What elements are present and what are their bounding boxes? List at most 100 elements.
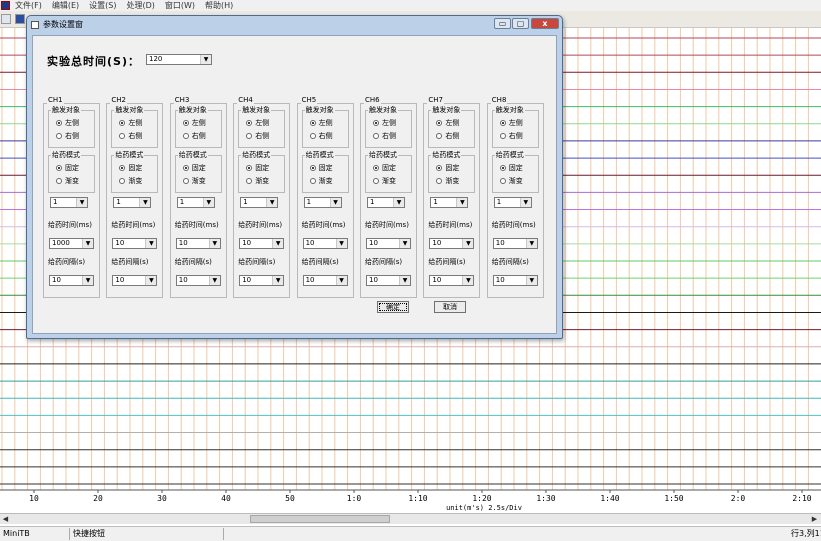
chevron-down-icon[interactable]: ▼ xyxy=(399,239,410,248)
radio-fixed[interactable]: 固定 xyxy=(499,163,523,172)
open-icon[interactable] xyxy=(1,14,11,24)
chevron-down-icon[interactable]: ▼ xyxy=(519,198,531,207)
radio-dot[interactable] xyxy=(309,132,316,139)
radio-left[interactable]: 左侧 xyxy=(373,118,396,127)
chevron-down-icon[interactable]: ▼ xyxy=(462,239,474,248)
radio-gradual[interactable]: 渐变 xyxy=(182,176,206,185)
scroll-left-arrow-icon[interactable]: ◀ xyxy=(1,515,10,523)
radio-fixed[interactable]: 固定 xyxy=(436,163,459,172)
radio-right[interactable]: 右侧 xyxy=(119,131,142,140)
radio-dot[interactable] xyxy=(246,119,253,126)
chevron-down-icon[interactable]: ▼ xyxy=(145,239,157,248)
dose-interval-select[interactable]: 10 ▼ xyxy=(302,275,348,286)
chevron-down-icon[interactable]: ▼ xyxy=(200,55,211,64)
radio-right[interactable]: 右侧 xyxy=(436,131,459,140)
radio-dot[interactable] xyxy=(119,177,126,184)
total-time-select[interactable]: 120 ▼ xyxy=(146,54,212,65)
maximize-icon[interactable]: ▢ xyxy=(512,18,529,29)
menu-file[interactable]: 文件(F) xyxy=(15,0,42,11)
chevron-down-icon[interactable]: ▼ xyxy=(462,276,474,285)
radio-dot[interactable] xyxy=(309,164,316,171)
dose-time-select[interactable]: 10 ▼ xyxy=(175,238,221,249)
chevron-down-icon[interactable]: ▼ xyxy=(208,276,220,285)
radio-dot[interactable] xyxy=(499,164,506,171)
dose-time-select[interactable]: 10 ▼ xyxy=(239,238,285,249)
dose-interval-select[interactable]: 10 ▼ xyxy=(366,275,411,286)
radio-gradual[interactable]: 渐变 xyxy=(499,176,523,185)
radio-dot[interactable] xyxy=(436,164,443,171)
radio-right[interactable]: 右侧 xyxy=(182,131,206,140)
chevron-down-icon[interactable]: ▼ xyxy=(208,239,220,248)
radio-fixed[interactable]: 固定 xyxy=(119,163,142,172)
radio-left[interactable]: 左侧 xyxy=(499,118,523,127)
mode-select[interactable]: 1 ▼ xyxy=(240,197,279,208)
chevron-down-icon[interactable]: ▼ xyxy=(139,198,151,207)
radio-gradual[interactable]: 渐变 xyxy=(373,176,396,185)
dose-time-select[interactable]: 1000 ▼ xyxy=(49,238,94,249)
radio-left[interactable]: 左侧 xyxy=(436,118,459,127)
chevron-down-icon[interactable]: ▼ xyxy=(82,239,93,248)
radio-gradual[interactable]: 渐变 xyxy=(119,176,142,185)
chevron-down-icon[interactable]: ▼ xyxy=(76,198,87,207)
ok-button[interactable]: 确定 xyxy=(377,301,409,313)
mode-select[interactable]: 1 ▼ xyxy=(367,197,405,208)
menu-help[interactable]: 帮助(H) xyxy=(205,0,233,11)
chevron-down-icon[interactable]: ▼ xyxy=(525,276,537,285)
scroll-thumb[interactable] xyxy=(250,515,390,523)
mode-select[interactable]: 1 ▼ xyxy=(493,197,532,208)
dose-time-select[interactable]: 10 ▼ xyxy=(492,238,538,249)
dose-interval-select[interactable]: 10 ▼ xyxy=(492,275,538,286)
menu-process[interactable]: 处理(D) xyxy=(126,0,154,11)
radio-dot[interactable] xyxy=(436,119,443,126)
radio-dot[interactable] xyxy=(119,164,126,171)
chevron-down-icon[interactable]: ▼ xyxy=(525,239,537,248)
radio-dot[interactable] xyxy=(436,132,443,139)
chevron-down-icon[interactable]: ▼ xyxy=(393,198,404,207)
chevron-down-icon[interactable]: ▼ xyxy=(335,239,347,248)
cancel-button[interactable]: 取消 xyxy=(434,301,466,313)
mode-select[interactable]: 1 ▼ xyxy=(176,197,215,208)
radio-dot[interactable] xyxy=(119,132,126,139)
radio-dot[interactable] xyxy=(182,132,189,139)
radio-right[interactable]: 右侧 xyxy=(499,131,523,140)
mode-select[interactable]: 1 ▼ xyxy=(50,197,88,208)
dose-time-select[interactable]: 10 ▼ xyxy=(429,238,475,249)
chevron-down-icon[interactable]: ▼ xyxy=(266,198,278,207)
radio-dot[interactable] xyxy=(182,164,189,171)
chevron-down-icon[interactable]: ▼ xyxy=(202,198,214,207)
chevron-down-icon[interactable]: ▼ xyxy=(82,276,93,285)
menu-settings[interactable]: 设置(S) xyxy=(89,0,116,11)
chevron-down-icon[interactable]: ▼ xyxy=(329,198,341,207)
radio-left[interactable]: 左侧 xyxy=(119,118,142,127)
radio-dot[interactable] xyxy=(499,177,506,184)
radio-dot[interactable] xyxy=(373,119,379,126)
radio-gradual[interactable]: 渐变 xyxy=(309,176,333,185)
dose-interval-select[interactable]: 10 ▼ xyxy=(112,275,158,286)
menu-edit[interactable]: 编辑(E) xyxy=(52,0,79,11)
radio-dot[interactable] xyxy=(182,177,189,184)
horizontal-scrollbar[interactable]: ◀ ▶ xyxy=(0,513,821,524)
chevron-down-icon[interactable]: ▼ xyxy=(456,198,468,207)
chevron-down-icon[interactable]: ▼ xyxy=(335,276,347,285)
mode-select[interactable]: 1 ▼ xyxy=(113,197,152,208)
dose-time-select[interactable]: 10 ▼ xyxy=(366,238,411,249)
radio-right[interactable]: 右侧 xyxy=(246,131,269,140)
mode-select[interactable]: 1 ▼ xyxy=(303,197,342,208)
radio-dot[interactable] xyxy=(246,177,253,184)
radio-dot[interactable] xyxy=(373,177,379,184)
menu-window[interactable]: 窗口(W) xyxy=(165,0,195,11)
radio-fixed[interactable]: 固定 xyxy=(182,163,206,172)
dose-interval-select[interactable]: 10 ▼ xyxy=(49,275,94,286)
close-icon[interactable]: x xyxy=(531,18,559,29)
radio-left[interactable]: 左侧 xyxy=(246,118,269,127)
dose-interval-select[interactable]: 10 ▼ xyxy=(429,275,475,286)
radio-left[interactable]: 左侧 xyxy=(182,118,206,127)
radio-dot[interactable] xyxy=(373,132,379,139)
radio-dot[interactable] xyxy=(119,119,126,126)
radio-dot[interactable] xyxy=(309,119,316,126)
chevron-down-icon[interactable]: ▼ xyxy=(399,276,410,285)
radio-dot[interactable] xyxy=(246,164,253,171)
radio-dot[interactable] xyxy=(56,132,62,139)
minimize-icon[interactable]: ▭ xyxy=(494,18,511,29)
radio-gradual[interactable]: 渐变 xyxy=(56,176,79,185)
